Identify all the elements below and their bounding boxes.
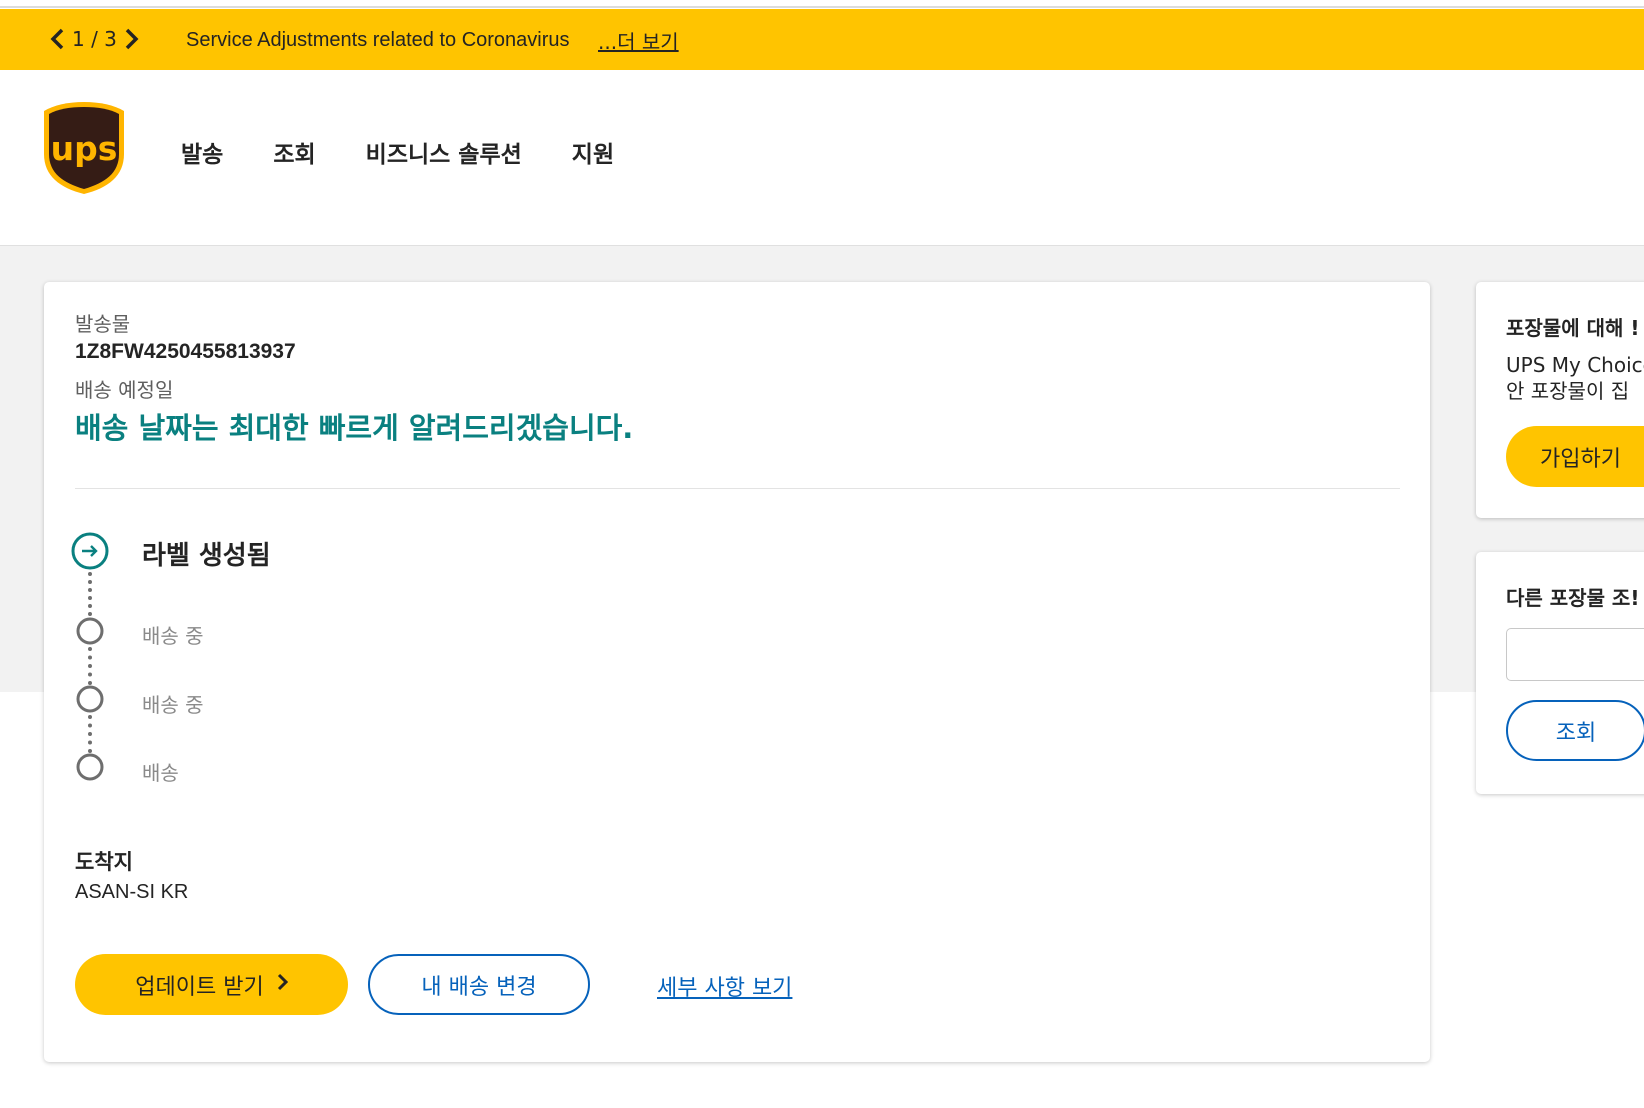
nav-item-business[interactable]: 비즈니스 솔루션: [366, 135, 522, 169]
mychoice-title: 포장물에 대해 !: [1506, 316, 1640, 340]
timeline-connector: [88, 647, 92, 685]
step-label-delivered: 배송: [142, 761, 179, 785]
delivery-date-label: 배송 예정일: [75, 378, 174, 402]
chevron-right-icon[interactable]: [123, 28, 139, 50]
alert-message: Service Adjustments related to Coronavir…: [186, 29, 570, 51]
track-button-label: 조회: [1555, 720, 1597, 746]
tracking-input[interactable]: [1506, 628, 1644, 681]
mychoice-text-1: UPS My Choice: [1506, 353, 1644, 377]
step-pending-icon: [76, 753, 104, 785]
ups-logo[interactable]: ups: [42, 100, 126, 200]
destination-value: ASAN-SI KR: [75, 881, 189, 903]
alert-more-link[interactable]: ...더 보기: [598, 26, 679, 55]
view-details-link[interactable]: 세부 사항 보기: [657, 970, 792, 1002]
mychoice-text-2: 안 포장물이 집: [1506, 379, 1630, 403]
mychoice-card: 포장물에 대해 ! UPS My Choice 안 포장물이 집 가입하기: [1476, 282, 1644, 518]
track-other-title: 다른 포장물 조!: [1506, 586, 1640, 610]
divider: [75, 488, 1400, 489]
delivery-message: 배송 날짜는 최대한 빠르게 알려드리겠습니다.: [75, 411, 634, 445]
step-label-out-for-delivery: 배송 중: [142, 693, 204, 717]
destination-label: 도착지: [75, 850, 133, 874]
nav-item-ship[interactable]: 발송: [181, 135, 223, 169]
step-pending-icon: [76, 685, 104, 717]
alert-page-indicator: 1 / 3: [72, 27, 117, 51]
get-updates-button[interactable]: 업데이트 받기: [75, 954, 348, 1015]
step-active-icon: [71, 532, 109, 574]
site-header: ups 발송 조회 비즈니스 솔루션 지원: [0, 70, 1644, 246]
alert-banner: 1 / 3 Service Adjustments related to Cor…: [0, 9, 1644, 70]
nav-item-track[interactable]: 조회: [273, 135, 315, 169]
sign-up-label: 가입하기: [1540, 446, 1621, 472]
track-button[interactable]: 조회: [1506, 700, 1644, 761]
logo-text: ups: [51, 129, 118, 168]
track-other-card: 다른 포장물 조! 조회: [1476, 552, 1644, 794]
timeline-connector: [88, 715, 92, 753]
change-delivery-label: 내 배송 변경: [421, 974, 537, 1000]
get-updates-label: 업데이트 받기: [135, 974, 264, 1000]
change-delivery-button[interactable]: 내 배송 변경: [368, 954, 590, 1015]
chevron-right-icon: [276, 972, 288, 997]
step-label-in-transit: 배송 중: [142, 624, 204, 648]
alert-pager: 1 / 3: [50, 27, 139, 51]
sign-up-button[interactable]: 가입하기: [1506, 426, 1644, 487]
tracking-card: 발송물 1Z8FW4250455813937 배송 예정일 배송 날짜는 최대한…: [44, 282, 1430, 1062]
step-pending-icon: [76, 617, 104, 649]
shipment-label: 발송물: [75, 312, 131, 336]
main-nav: 발송 조회 비즈니스 솔루션 지원: [181, 135, 664, 169]
chevron-left-icon[interactable]: [50, 28, 66, 50]
tracking-number: 1Z8FW4250455813937: [75, 340, 296, 363]
step-label-created: 라벨 생성됨: [142, 541, 271, 571]
nav-item-support[interactable]: 지원: [572, 135, 614, 169]
browser-top-line: [0, 0, 1644, 8]
timeline-connector: [88, 572, 92, 616]
